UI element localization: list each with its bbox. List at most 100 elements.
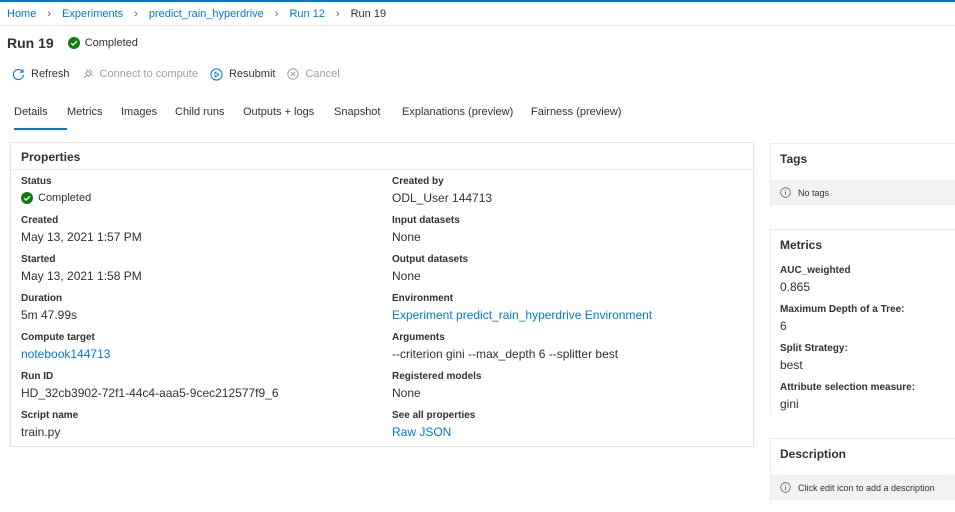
property-script-name: Script name train.py — [21, 409, 279, 448]
tab-details[interactable]: Details — [14, 106, 67, 130]
tab-bar: Details Metrics Images Child runs Output… — [14, 106, 631, 130]
property-see-all: See all properties Raw JSON — [392, 409, 652, 448]
property-input-datasets: Input datasets None — [392, 214, 652, 253]
property-label: Run ID — [21, 371, 54, 382]
property-label: Arguments — [392, 332, 445, 343]
status-text: Completed — [38, 192, 92, 204]
metrics-card: Metrics AUC_weighted 0.865 Maximum Depth… — [770, 229, 955, 414]
breadcrumb-divider — [0, 25, 955, 26]
property-value: --criterion gini --max_depth 6 --splitte… — [392, 347, 619, 361]
properties-left-column: Status Completed Created May 13, 2021 1:… — [21, 175, 279, 448]
property-label: Duration — [21, 293, 63, 304]
property-label: Input datasets — [392, 215, 460, 226]
property-label: Output datasets — [392, 254, 469, 265]
command-bar: Refresh Connect to compute Resubmit Canc… — [12, 66, 352, 82]
breadcrumb-home[interactable]: Home — [7, 8, 36, 20]
refresh-button[interactable]: Refresh — [12, 68, 70, 81]
info-icon — [780, 482, 791, 493]
cancel-button[interactable]: Cancel — [287, 68, 340, 80]
tags-card: Tags No tags — [770, 143, 955, 207]
metric-item: Attribute selection measure: gini — [780, 381, 915, 413]
property-registered-models: Registered models None — [392, 370, 652, 409]
tab-images[interactable]: Images — [121, 106, 175, 130]
metric-label: Attribute selection measure: — [780, 382, 916, 393]
properties-divider — [11, 169, 753, 170]
metric-value: best — [780, 358, 803, 372]
page-title: Run 19 — [7, 35, 54, 51]
tab-outputs-logs[interactable]: Outputs + logs — [243, 106, 334, 130]
no-tags-text: No tags — [798, 187, 830, 198]
property-label: Compute target — [21, 332, 95, 343]
environment-link[interactable]: Experiment predict_rain_hyperdrive Envir… — [392, 306, 652, 324]
cancel-circle-icon — [287, 68, 300, 80]
property-value: None — [392, 230, 421, 244]
connect-label: Connect to compute — [99, 68, 198, 80]
resubmit-button[interactable]: Resubmit — [210, 67, 276, 81]
metric-item: AUC_weighted 0.865 — [780, 264, 851, 296]
property-label: Started — [21, 254, 56, 265]
status-badge: Completed — [67, 37, 138, 49]
tab-metrics[interactable]: Metrics — [67, 106, 121, 130]
breadcrumb-parent-run[interactable]: Run 12 — [289, 8, 324, 20]
metric-label: AUC_weighted — [780, 265, 851, 276]
status-text: Completed — [84, 37, 138, 49]
property-value: HD_32cb3902-72f1-44c4-aaa5-9cec212577f9_… — [21, 386, 279, 400]
property-created-by: Created by ODL_User 144713 — [392, 175, 652, 214]
property-label: Script name — [21, 410, 79, 421]
metric-item: Maximum Depth of a Tree: 6 — [780, 303, 904, 335]
check-circle-icon — [67, 37, 80, 49]
tab-child-runs[interactable]: Child runs — [175, 106, 243, 130]
metrics-title: Metrics — [780, 238, 823, 252]
property-status: Status Completed — [21, 175, 279, 214]
raw-json-link[interactable]: Raw JSON — [392, 423, 652, 441]
property-arguments: Arguments --criterion gini --max_depth 6… — [392, 331, 652, 370]
tab-explanations[interactable]: Explanations (preview) — [402, 106, 531, 130]
property-label: Created by — [392, 176, 444, 187]
description-hint: Click edit icon to add a description — [798, 482, 935, 493]
metric-label: Split Strategy: — [780, 343, 848, 354]
chevron-right-icon: › — [274, 8, 279, 20]
chevron-right-icon: › — [134, 8, 138, 20]
property-started: Started May 13, 2021 1:58 PM — [21, 253, 279, 292]
refresh-icon — [12, 68, 24, 80]
tab-snapshot[interactable]: Snapshot — [334, 106, 402, 130]
tags-empty-band: No tags — [771, 180, 955, 205]
property-label: See all properties — [392, 410, 476, 421]
refresh-label: Refresh — [31, 68, 70, 80]
page-header: Run 19 Completed — [7, 34, 138, 52]
property-compute-target: Compute target notebook144713 — [21, 331, 279, 370]
properties-title: Properties — [21, 150, 81, 164]
metric-item: Split Strategy: best — [780, 342, 848, 374]
resubmit-label: Resubmit — [228, 68, 276, 80]
property-value: ODL_User 144713 — [392, 191, 493, 205]
property-created: Created May 13, 2021 1:57 PM — [21, 214, 279, 253]
cancel-label: Cancel — [305, 68, 340, 80]
property-run-id: Run ID HD_32cb3902-72f1-44c4-aaa5-9cec21… — [21, 370, 279, 409]
description-empty-band: Click edit icon to add a description — [771, 475, 955, 500]
properties-right-column: Created by ODL_User 144713 Input dataset… — [392, 175, 652, 448]
tags-title: Tags — [780, 152, 808, 166]
tab-fairness[interactable]: Fairness (preview) — [531, 106, 631, 130]
property-label: Registered models — [392, 371, 482, 382]
property-value: 5m 47.99s — [21, 308, 78, 322]
metric-value: 0.865 — [780, 280, 811, 294]
property-value: None — [392, 386, 421, 400]
property-label: Environment — [392, 293, 454, 304]
property-label: Status — [21, 176, 52, 187]
compute-target-link[interactable]: notebook144713 — [21, 345, 279, 363]
property-duration: Duration 5m 47.99s — [21, 292, 279, 331]
metric-label: Maximum Depth of a Tree: — [780, 304, 905, 315]
breadcrumb-experiment[interactable]: predict_rain_hyperdrive — [149, 8, 264, 20]
property-value: Completed — [21, 189, 279, 207]
breadcrumb: Home › Experiments › predict_rain_hyperd… — [7, 7, 386, 21]
connect-to-compute-button[interactable]: Connect to compute — [82, 68, 198, 80]
play-circle-icon — [210, 67, 223, 81]
plug-icon — [83, 69, 93, 79]
top-accent-line — [0, 0, 955, 2]
info-icon — [780, 187, 791, 198]
property-label: Created — [21, 215, 59, 226]
description-title: Description — [780, 447, 847, 461]
chevron-right-icon: › — [47, 8, 52, 20]
chevron-right-icon: › — [335, 8, 340, 20]
breadcrumb-experiments[interactable]: Experiments — [62, 8, 123, 20]
